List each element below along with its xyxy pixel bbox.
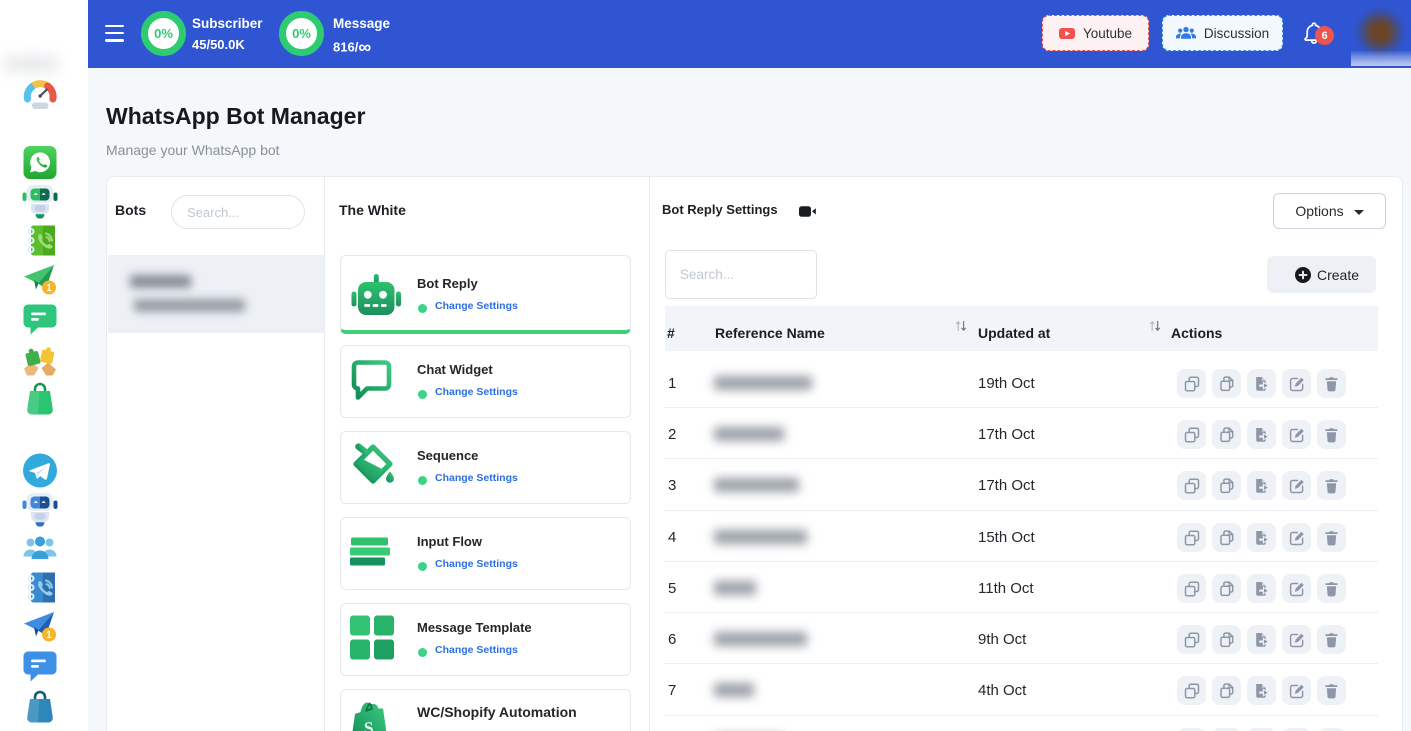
svg-text:1: 1: [46, 283, 52, 294]
svg-text:S: S: [364, 718, 375, 731]
svg-text:1: 1: [46, 630, 52, 641]
